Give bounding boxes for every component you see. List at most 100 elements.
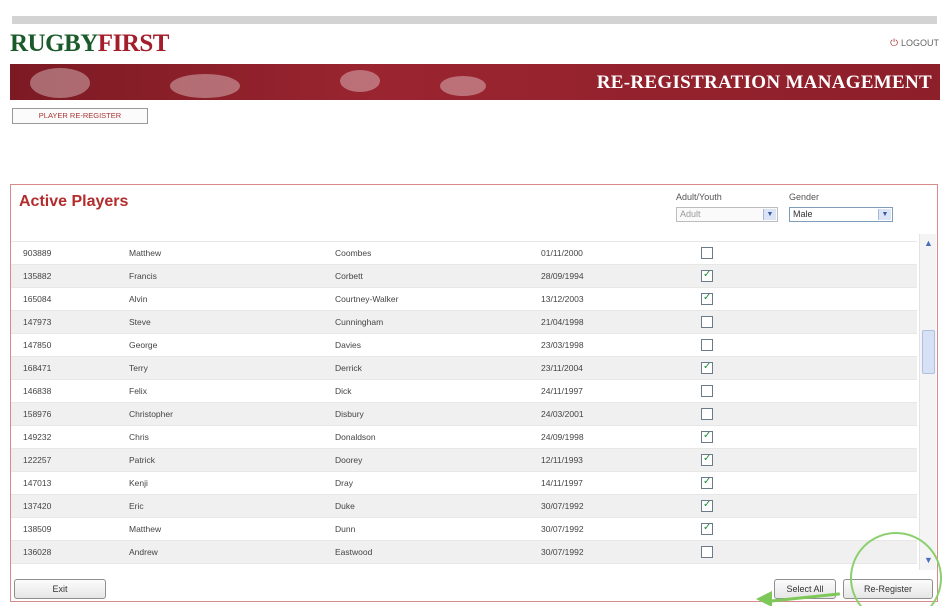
table-row[interactable]: 149232 Chris Donaldson 24/09/1998 [11,426,917,449]
adult-youth-label: Adult/Youth [676,192,722,202]
dob-cell: 12/11/1993 [541,455,583,465]
re-register-checkbox[interactable] [701,339,713,351]
re-register-checkbox[interactable] [701,361,713,374]
table-row[interactable]: 168471 Terry Derrick 23/11/2004 [11,357,917,380]
banner-decoration [30,68,90,98]
dob-cell: 13/12/2003 [541,294,584,304]
table-row-partial [11,232,917,242]
player-id-cell: 147973 [23,317,52,327]
first-name-cell: Felix [129,386,147,396]
banner-decoration [340,70,380,92]
gender-label: Gender [789,192,820,202]
first-name-cell: Alvin [129,294,148,304]
player-id-cell: 136028 [23,547,52,557]
player-id-cell: 135882 [23,271,52,281]
table-row[interactable]: 165084 Alvin Courtney-Walker 13/12/2003 [11,288,917,311]
player-id-cell: 158976 [23,409,52,419]
re-register-checkbox[interactable] [701,316,713,328]
first-name-cell: George [129,340,158,350]
grid-scrollbar[interactable]: ▲ ▼ [919,234,936,570]
player-id-cell: 137420 [23,501,52,511]
last-name-cell: Dunn [335,524,356,534]
adult-youth-value: Adult [680,209,701,219]
first-name-cell: Patrick [129,455,155,465]
dob-cell: 23/11/2004 [541,363,583,373]
re-register-checkbox[interactable] [701,453,713,466]
first-name-cell: Eric [129,501,144,511]
top-strip [12,16,937,24]
dob-cell: 28/09/1994 [541,271,584,281]
player-id-cell: 165084 [23,294,52,304]
last-name-cell: Dray [335,478,353,488]
table-row[interactable]: 136028 Andrew Eastwood 30/07/1992 [11,541,917,564]
re-register-checkbox[interactable] [701,385,713,397]
re-register-checkbox[interactable] [701,292,713,305]
table-row[interactable]: 135882 Francis Corbett 28/09/1994 [11,265,917,288]
exit-button[interactable]: Exit [14,579,106,599]
re-register-checkbox[interactable] [701,522,713,535]
dob-cell: 21/04/1998 [541,317,584,327]
re-register-checkbox[interactable] [701,499,713,512]
panel-title: Active Players [19,193,129,210]
scroll-thumb[interactable] [922,330,935,374]
table-row[interactable]: 146838 Felix Dick 24/11/1997 [11,380,917,403]
player-id-cell: 147013 [23,478,52,488]
first-name-cell: Chris [129,432,149,442]
first-name-cell: Matthew [129,248,162,258]
dob-cell: 23/03/1998 [541,340,584,350]
first-name-cell: Matthew [129,524,162,534]
table-row[interactable]: 122257 Patrick Doorey 12/11/1993 [11,449,917,472]
table-row[interactable]: 158976 Christopher Disbury 24/03/2001 [11,403,917,426]
logo-part-1: RUGBY [10,30,98,57]
table-row[interactable]: 137420 Eric Duke 30/07/1992 [11,495,917,518]
re-register-checkbox[interactable] [701,408,713,420]
dob-cell: 01/11/2000 [541,248,583,258]
table-row[interactable]: 903889 Matthew Coombes 01/11/2000 [11,242,917,265]
table-row[interactable]: 147850 George Davies 23/03/1998 [11,334,917,357]
scroll-up-icon[interactable]: ▲ [921,236,936,251]
logout-link[interactable]: ⏻ LOGOUT [890,38,939,49]
logout-label: LOGOUT [900,38,939,48]
first-name-cell: Francis [129,271,157,281]
banner-decoration [170,74,240,98]
re-register-checkbox[interactable] [701,430,713,443]
last-name-cell: Duke [335,501,355,511]
adult-youth-select[interactable]: Adult ▼ [676,207,778,222]
chevron-down-icon: ▼ [763,209,776,220]
dob-cell: 24/11/1997 [541,386,583,396]
re-register-checkbox[interactable] [701,546,713,558]
dob-cell: 30/07/1992 [541,524,584,534]
table-row[interactable]: 138509 Matthew Dunn 30/07/1992 [11,518,917,541]
first-name-cell: Christopher [129,409,173,419]
re-register-checkbox[interactable] [701,247,713,259]
player-id-cell: 903889 [23,248,52,258]
player-id-cell: 146838 [23,386,52,396]
re-register-button[interactable]: Re-Register [843,579,933,599]
banner-decoration [440,76,486,96]
re-register-checkbox[interactable] [701,476,713,489]
last-name-cell: Derrick [335,363,362,373]
first-name-cell: Andrew [129,547,158,557]
last-name-cell: Corbett [335,271,363,281]
gender-value: Male [793,209,813,219]
logo-part-2: FIRST [97,30,170,57]
gender-select[interactable]: Male ▼ [789,207,893,222]
table-row[interactable]: 147013 Kenji Dray 14/11/1997 [11,472,917,495]
dob-cell: 24/09/1998 [541,432,584,442]
player-id-cell: 138509 [23,524,52,534]
dob-cell: 30/07/1992 [541,547,584,557]
last-name-cell: Davies [335,340,361,350]
table-row[interactable]: 147973 Steve Cunningham 21/04/1998 [11,311,917,334]
last-name-cell: Dick [335,386,352,396]
re-register-checkbox[interactable] [701,269,713,282]
players-grid: 903889 Matthew Coombes 01/11/2000 135882 Fran… [11,232,917,571]
player-id-cell: 149232 [23,432,52,442]
last-name-cell: Courtney-Walker [335,294,399,304]
logo: RUGBYFIRST [10,30,169,58]
scroll-down-icon[interactable]: ▼ [921,553,936,568]
header-banner: RE-REGISTRATION MANAGEMENT [10,64,940,100]
player-reregister-tab[interactable]: PLAYER RE-REGISTER [12,108,148,124]
chevron-down-icon: ▼ [878,209,891,220]
banner-title: RE-REGISTRATION MANAGEMENT [596,72,932,93]
last-name-cell: Eastwood [335,547,373,557]
